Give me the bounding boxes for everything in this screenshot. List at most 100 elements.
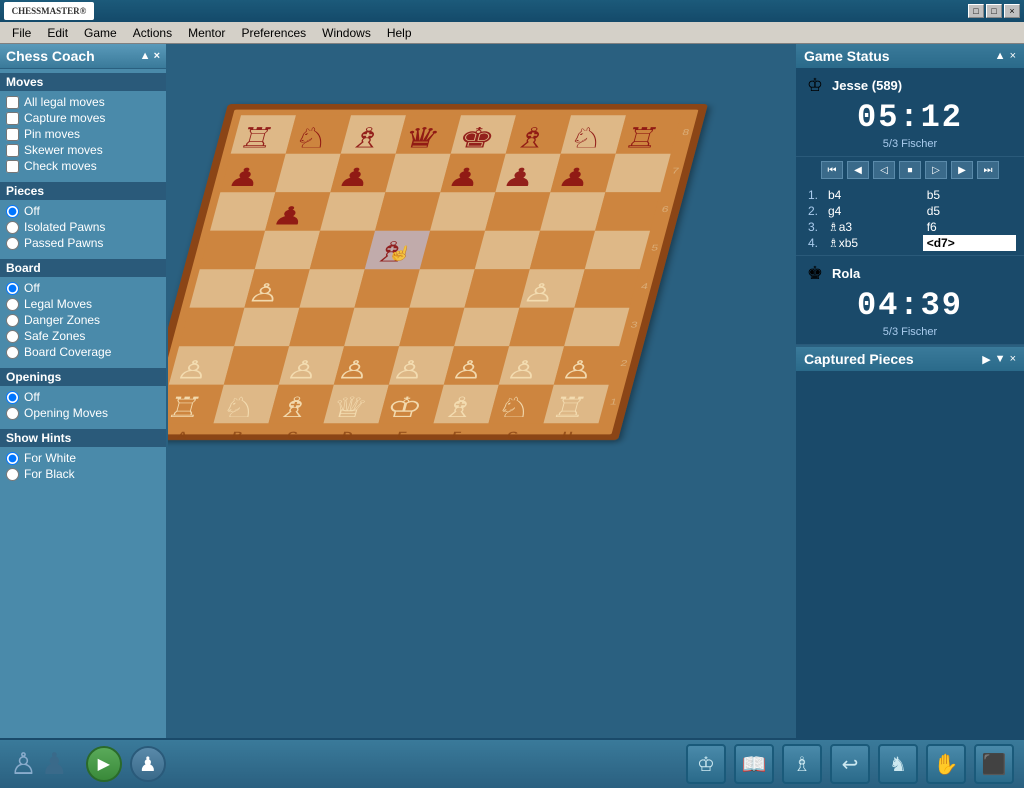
passed-pawns-radio[interactable]	[6, 237, 19, 250]
chess-coach-controls[interactable]: ▲ ×	[140, 50, 160, 62]
player1-rating: 5/3 Fischer	[804, 138, 1016, 150]
menu-edit[interactable]: Edit	[39, 24, 76, 42]
passed-pawns-item[interactable]: Passed Pawns	[6, 235, 160, 251]
player2-rating: 5/3 Fischer	[804, 326, 1016, 338]
toolbar-bishop-button[interactable]: ♗	[782, 744, 822, 784]
pin-moves-item[interactable]: Pin moves	[6, 126, 160, 142]
skewer-moves-item[interactable]: Skewer moves	[6, 142, 160, 158]
capture-moves-item[interactable]: Capture moves	[6, 110, 160, 126]
pieces-off-radio[interactable]	[6, 205, 19, 218]
close-button[interactable]: ×	[1004, 4, 1020, 18]
captured-expand[interactable]: ▶	[982, 353, 990, 366]
nav-controls: ⏮ ◀ ◁ ⏹ ▷ ▶ ⏭	[796, 157, 1024, 183]
captured-close[interactable]: ×	[1010, 353, 1016, 366]
safe-zones-radio[interactable]	[6, 330, 19, 343]
menu-preferences[interactable]: Preferences	[233, 24, 314, 42]
danger-zones-radio[interactable]	[6, 314, 19, 327]
legal-moves-item[interactable]: Legal Moves	[6, 296, 160, 312]
board-coverage-item[interactable]: Board Coverage	[6, 344, 160, 360]
opening-moves-radio[interactable]	[6, 407, 19, 420]
nav-end[interactable]: ⏭	[977, 161, 999, 179]
table-row: 1. b4 b5	[804, 187, 1016, 203]
svg-text:☝: ☝	[386, 244, 416, 262]
move-4-white[interactable]: ♗xb5	[824, 235, 923, 251]
game-status-expand[interactable]: ▲	[995, 50, 1006, 62]
move-2-white[interactable]: g4	[824, 203, 923, 219]
game-status-controls[interactable]: ▲ ×	[995, 50, 1016, 62]
check-moves-checkbox[interactable]	[6, 160, 19, 173]
pin-moves-checkbox[interactable]	[6, 128, 19, 141]
move-1-white[interactable]: b4	[824, 187, 923, 203]
openings-off-radio[interactable]	[6, 391, 19, 404]
all-legal-moves-checkbox[interactable]	[6, 96, 19, 109]
toolbar-knight-button[interactable]: ♞	[878, 744, 918, 784]
chess-coach-close[interactable]: ×	[154, 50, 160, 62]
human-move-button[interactable]: ♟	[130, 746, 166, 782]
menu-help[interactable]: Help	[379, 24, 420, 42]
danger-zones-item[interactable]: Danger Zones	[6, 312, 160, 328]
menu-game[interactable]: Game	[76, 24, 125, 42]
skewer-moves-checkbox[interactable]	[6, 144, 19, 157]
capture-moves-checkbox[interactable]	[6, 112, 19, 125]
minimize-button[interactable]: □	[968, 4, 984, 18]
nav-prev-fast[interactable]: ◀	[847, 161, 869, 179]
for-white-radio[interactable]	[6, 452, 19, 465]
board-off-item[interactable]: Off	[6, 280, 160, 296]
move-2-black[interactable]: d5	[923, 203, 1016, 219]
moves-section-header: Moves	[0, 73, 166, 91]
safe-zones-item[interactable]: Safe Zones	[6, 328, 160, 344]
isolated-pawns-item[interactable]: Isolated Pawns	[6, 219, 160, 235]
captured-content	[796, 371, 1024, 387]
isolated-pawns-label: Isolated Pawns	[24, 220, 105, 234]
check-moves-item[interactable]: Check moves	[6, 158, 160, 174]
captured-header: Captured Pieces ▶ ▼ ×	[796, 347, 1024, 371]
move-3-white[interactable]: ♗a3	[824, 219, 923, 235]
player1-timer: 05:12	[804, 99, 1016, 136]
for-white-item[interactable]: For White	[6, 450, 160, 466]
board-off-radio[interactable]	[6, 282, 19, 295]
toolbar-board-button[interactable]: ⬛	[974, 744, 1014, 784]
chess-coach-collapse[interactable]: ▲	[140, 50, 151, 62]
legal-moves-radio[interactable]	[6, 298, 19, 311]
all-legal-moves-item[interactable]: All legal moves	[6, 94, 160, 110]
isolated-pawns-radio[interactable]	[6, 221, 19, 234]
toolbar-king-button[interactable]: ♔	[686, 744, 726, 784]
nav-next[interactable]: ▷	[925, 161, 947, 179]
openings-off-item[interactable]: Off	[6, 389, 160, 405]
board-section-header: Board	[0, 259, 166, 277]
for-black-item[interactable]: For Black	[6, 466, 160, 482]
opening-moves-label: Opening Moves	[24, 406, 108, 420]
move-1-black[interactable]: b5	[923, 187, 1016, 203]
board-coverage-radio[interactable]	[6, 346, 19, 359]
nav-stop[interactable]: ⏹	[899, 161, 921, 179]
nav-next-fast[interactable]: ▶	[951, 161, 973, 179]
toolbar-replay-button[interactable]: ↩	[830, 744, 870, 784]
captured-collapse[interactable]: ▼	[995, 353, 1006, 366]
nav-prev[interactable]: ◁	[873, 161, 895, 179]
captured-controls[interactable]: ▶ ▼ ×	[982, 353, 1016, 366]
menu-mentor[interactable]: Mentor	[180, 24, 233, 42]
player1-icon: ♔	[804, 74, 826, 96]
legal-moves-label: Legal Moves	[24, 297, 92, 311]
opening-moves-item[interactable]: Opening Moves	[6, 405, 160, 421]
pieces-section: Pieces Off Isolated Pawns Passed Pawns	[0, 178, 166, 255]
maximize-button[interactable]: □	[986, 4, 1002, 18]
play-button[interactable]: ▶	[86, 746, 122, 782]
moves-table: 1. b4 b5 2. g4 d5 3. ♗a3 f6	[804, 187, 1016, 251]
all-legal-moves-label: All legal moves	[24, 95, 105, 109]
toolbar-book-button[interactable]: 📖	[734, 744, 774, 784]
nav-start[interactable]: ⏮	[821, 161, 843, 179]
for-black-radio[interactable]	[6, 468, 19, 481]
menu-windows[interactable]: Windows	[314, 24, 379, 42]
pieces-off-item[interactable]: Off	[6, 203, 160, 219]
menu-actions[interactable]: Actions	[125, 24, 180, 42]
move-3-black[interactable]: f6	[923, 219, 1016, 235]
game-status-close[interactable]: ×	[1010, 50, 1016, 62]
move-4-black[interactable]: <d7>	[923, 235, 1016, 251]
toolbar-hand-button[interactable]: ✋	[926, 744, 966, 784]
window-controls[interactable]: □ □ ×	[968, 4, 1020, 18]
player1-name: Jesse (589)	[832, 78, 902, 93]
board-coverage-label: Board Coverage	[24, 345, 111, 359]
bottom-toolbar: ♙ ♟ ▶ ♟ ♔ 📖 ♗ ↩ ♞ ✋ ⬛	[0, 738, 1024, 788]
menu-file[interactable]: File	[4, 24, 39, 42]
